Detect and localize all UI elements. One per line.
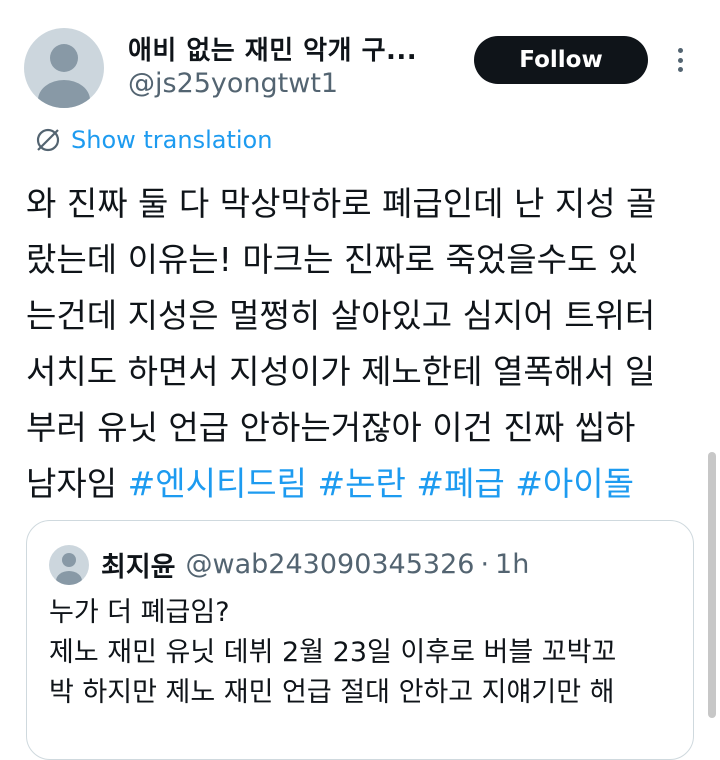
hashtag-link[interactable]: #논란 (318, 464, 406, 503)
tweet-line: 는건데 지성은 멀쩡히 살아있고 심지어 트위터 (26, 296, 656, 335)
quoted-line: 박 하지만 제노 재민 언급 절대 안하고 지얘기만 해 (49, 677, 615, 708)
translate-globe-icon (36, 128, 60, 152)
show-translation-link[interactable]: Show translation (34, 126, 272, 154)
separator-dot: · (480, 549, 490, 580)
tweet-line: 서치도 하면서 지성이가 제노한테 열폭해서 일 (26, 352, 656, 391)
default-avatar-icon (56, 553, 82, 585)
default-avatar-icon (38, 44, 90, 108)
tweet-line: 랐는데 이유는! 마크는 진짜로 죽었을수도 있 (26, 240, 639, 279)
quoted-tweet-time: 1h (495, 549, 530, 580)
tweet-text: 와 진짜 둘 다 막상막하로 폐급인데 난 지성 골 랐는데 이유는! 마크는 … (26, 176, 706, 512)
quoted-author-handle: @wab243090345326 (185, 549, 475, 580)
quoted-line: 누가 더 폐급임? (49, 597, 230, 628)
hashtag-link[interactable]: #엔시티드림 (128, 464, 307, 503)
quoted-author-avatar[interactable] (49, 545, 89, 585)
author-handle[interactable]: @js25yongtwt1 (128, 68, 338, 99)
scrollbar[interactable] (708, 452, 716, 718)
author-display-name[interactable]: 애비 없는 재민 악개 구... (128, 30, 417, 67)
more-dot (677, 67, 683, 72)
more-dot (677, 48, 683, 53)
follow-button[interactable]: Follow (474, 36, 648, 84)
tweet-line: 와 진짜 둘 다 막상막하로 폐급인데 난 지성 골 (26, 184, 657, 223)
hashtag-link[interactable]: #폐급 (416, 464, 504, 503)
author-avatar[interactable] (24, 28, 104, 108)
quoted-tweet-card[interactable]: 최지윤 @wab243090345326 · 1h 누가 더 폐급임? 제노 재… (26, 520, 694, 760)
quoted-tweet-header: 최지윤 @wab243090345326 · 1h (101, 545, 529, 584)
quoted-author-name: 최지윤 (101, 552, 176, 583)
tweet-line: 부러 유닛 언급 안하는거잖아 이건 진짜 씹하 (26, 408, 636, 447)
tweet-line: 남자임 (26, 464, 128, 503)
more-options-icon[interactable] (670, 44, 690, 76)
hashtag-link[interactable]: #아이돌 (515, 464, 634, 503)
show-translation-label: Show translation (71, 126, 273, 154)
quoted-tweet-text: 누가 더 폐급임? 제노 재민 유닛 데뷔 2월 23일 이후로 버블 꼬박꼬 … (49, 593, 679, 713)
quoted-line: 제노 재민 유닛 데뷔 2월 23일 이후로 버블 꼬박꼬 (49, 637, 617, 668)
more-dot (677, 57, 683, 63)
